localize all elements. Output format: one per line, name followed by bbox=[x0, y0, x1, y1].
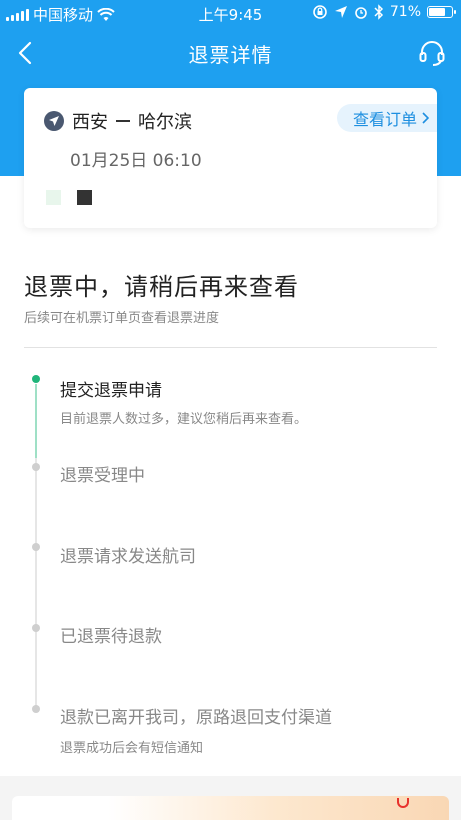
view-order-button[interactable]: 查看订单 bbox=[336, 104, 437, 132]
arrival-city: 哈尔滨 bbox=[138, 112, 192, 133]
location-icon bbox=[334, 6, 347, 18]
flight-route: 西安 哈尔滨 bbox=[44, 108, 192, 134]
route-dash bbox=[116, 120, 130, 122]
step-title: 提交退票申请 bbox=[60, 381, 162, 401]
nav-bar: 退票详情 bbox=[0, 28, 461, 78]
step-title: 退款已离开我司，原路退回支付渠道 bbox=[60, 708, 332, 728]
plane-icon bbox=[44, 111, 64, 131]
step-title: 已退票待退款 bbox=[60, 627, 162, 647]
lock-rotation-icon bbox=[313, 5, 327, 19]
step-dot-active bbox=[32, 375, 40, 383]
refund-status-title: 退票中，请稍后再来查看 bbox=[24, 273, 299, 301]
bluetooth-icon bbox=[374, 4, 383, 20]
step-dot bbox=[32, 705, 40, 713]
flight-card: 西安 哈尔滨 01月25日 06:10 查看订单 bbox=[24, 88, 437, 228]
redacted-block-dark bbox=[77, 190, 92, 205]
page-title: 退票详情 bbox=[188, 43, 273, 67]
chevron-right-icon bbox=[422, 112, 429, 124]
refund-detail-panel: 退票中，请稍后再来查看 后续可在机票订单页查看退票进度 提交退票申请 目前退票人… bbox=[0, 176, 461, 776]
step-title: 退票受理中 bbox=[60, 466, 145, 486]
timeline-line bbox=[35, 458, 37, 708]
step-dot bbox=[32, 624, 40, 632]
departure-city: 西安 bbox=[72, 112, 108, 133]
flight-datetime: 01月25日 06:10 bbox=[70, 151, 202, 171]
status-right: 71% bbox=[312, 4, 456, 20]
status-bar: 中国移动 上午9:45 71% bbox=[0, 0, 461, 28]
redacted-block-light bbox=[46, 190, 61, 205]
step-description: 目前退票人数过多，建议您稍后再来查看。 bbox=[60, 412, 308, 427]
battery-icon bbox=[427, 6, 456, 18]
step-description: 退票成功后会有短信通知 bbox=[60, 741, 204, 756]
divider bbox=[24, 347, 437, 348]
battery-percent: 71% bbox=[389, 4, 421, 20]
view-order-label: 查看订单 bbox=[352, 110, 417, 129]
bottom-promo-banner[interactable] bbox=[12, 796, 449, 820]
refund-status-subtitle: 后续可在机票订单页查看退票进度 bbox=[24, 311, 220, 326]
step-title: 退票请求发送航司 bbox=[60, 547, 196, 567]
step-dot bbox=[32, 463, 40, 471]
alarm-icon bbox=[355, 7, 367, 19]
timeline-line-active bbox=[35, 384, 37, 458]
banner-decoration bbox=[397, 798, 409, 808]
step-dot bbox=[32, 543, 40, 551]
headset-icon[interactable] bbox=[415, 36, 449, 70]
